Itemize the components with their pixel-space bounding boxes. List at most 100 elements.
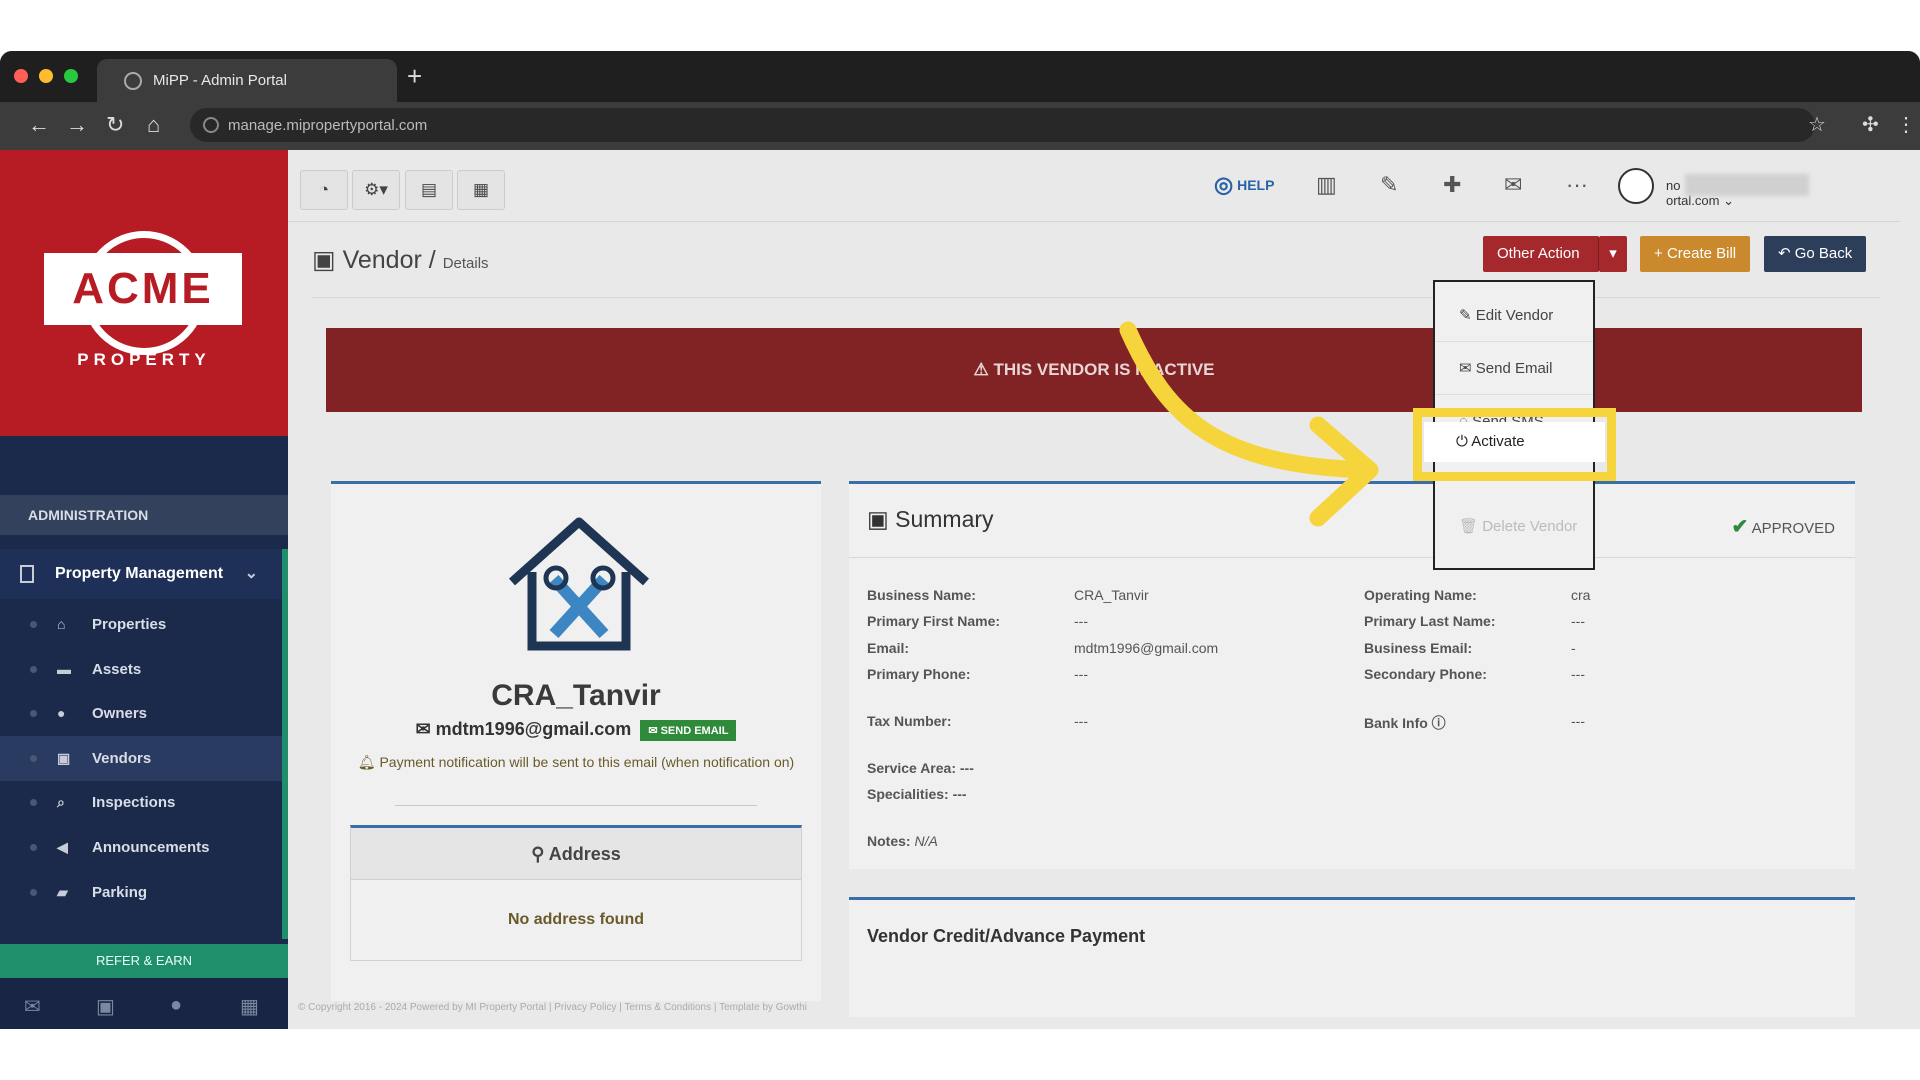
minimize-window-button[interactable] xyxy=(39,69,53,83)
create-bill-label: Create Bill xyxy=(1666,245,1737,262)
vendor-email: mdtm1996@gmail.com xyxy=(435,719,632,739)
address-bar[interactable]: manage.mipropertyportal.com xyxy=(190,108,1815,142)
extensions-icon[interactable]: ✣ xyxy=(1862,112,1879,138)
sidebar-group-label: Property Management xyxy=(55,565,224,582)
other-action-caret[interactable]: ▾ xyxy=(1599,236,1627,272)
wrench-icon[interactable]: ✎ xyxy=(1380,172,1398,198)
other-action-button[interactable]: Other Action xyxy=(1483,236,1599,272)
address-title: Address xyxy=(548,844,621,864)
home-icon[interactable]: ⌂ xyxy=(147,112,160,138)
browser-window: MiPP - Admin Portal + ← → ↻ ⌂ manage.mip… xyxy=(0,51,1920,1029)
menu-item-send-email[interactable]: ✉ Send Email xyxy=(1435,343,1593,395)
site-info-icon[interactable] xyxy=(203,117,219,133)
caret-down-icon: ▾ xyxy=(1609,245,1617,262)
menu-item-edit-vendor[interactable]: ✎ Edit Vendor xyxy=(1435,290,1593,342)
field-label: Business Email: xyxy=(1364,640,1473,656)
vendor-house-icon xyxy=(504,514,654,654)
tree-dot xyxy=(30,621,37,628)
refer-and-earn-button[interactable]: REFER & EARN xyxy=(0,944,288,978)
chart-icon[interactable]: ▥ xyxy=(1316,172,1337,198)
sidebar-item-vendors[interactable]: ▣ Vendors xyxy=(0,736,282,781)
vendor-credit-title: Vendor Credit/Advance Payment xyxy=(867,926,1146,946)
calendar-button[interactable]: ▤ xyxy=(405,170,453,210)
menu-item-delete-vendor[interactable]: 🗑︎ Delete Vendor xyxy=(1435,501,1593,553)
field-label: Business Name: xyxy=(867,587,976,603)
calculator-button[interactable]: ▦ xyxy=(457,170,505,210)
create-bill-button[interactable]: + Create Bill xyxy=(1640,236,1751,272)
sidebar-item-assets[interactable]: ▬ Assets xyxy=(0,647,282,692)
calculator-icon[interactable]: ▦ xyxy=(240,994,259,1019)
plus-icon[interactable]: ✚ xyxy=(1443,172,1461,198)
help-button[interactable]: ◎ HELP xyxy=(1214,172,1274,198)
tab-bar: MiPP - Admin Portal + xyxy=(0,51,1920,102)
star-icon[interactable]: ☆ xyxy=(1808,112,1826,138)
briefcase-icon: ▣ xyxy=(312,246,336,274)
user-email-prefix: no xyxy=(1666,178,1681,193)
archive-icon: ▬ xyxy=(57,661,71,677)
logo[interactable]: ACME PROPERTY xyxy=(0,150,288,436)
avatar[interactable] xyxy=(1618,168,1654,204)
sidebar-item-parking[interactable]: ▰ Parking xyxy=(0,870,282,915)
highlight-box xyxy=(1413,408,1616,481)
sidebar-item-properties[interactable]: ⌂ Properties xyxy=(0,602,282,647)
field-value: - xyxy=(1571,640,1576,656)
summary-title: ▣ Summary xyxy=(867,506,994,533)
sidebar-item-label: Properties xyxy=(92,616,167,633)
settings-button[interactable]: ⚙▾ xyxy=(352,170,400,210)
redacted-email xyxy=(1685,174,1809,196)
section-header: ADMINISTRATION xyxy=(0,495,288,535)
bank-info-label: Bank Info ⓘ xyxy=(1364,713,1446,733)
dashboard-button[interactable]: ◔ xyxy=(300,170,348,210)
field-value: --- xyxy=(1074,713,1088,729)
send-email-button[interactable]: ✉ SEND EMAIL xyxy=(640,719,737,741)
dashboard-icon: ◔ xyxy=(318,180,330,199)
payment-note-text: Payment notification will be sent to thi… xyxy=(379,754,795,770)
sidebar-item-label: Vendors xyxy=(92,750,152,767)
summary-title-text: Summary xyxy=(895,506,994,532)
go-back-button[interactable]: ↶ Go Back xyxy=(1764,236,1867,272)
reload-icon[interactable]: ↻ xyxy=(106,112,124,138)
pencil-icon: ✎ xyxy=(1459,307,1472,324)
tree-dot xyxy=(30,889,37,896)
status-text: APPROVED xyxy=(1751,520,1835,537)
more-icon[interactable]: ··· xyxy=(1566,172,1588,198)
footer: © Copyright 2016 - 2024 Powered by MI Pr… xyxy=(298,1002,807,1013)
forward-arrow-icon[interactable]: → xyxy=(66,112,88,138)
new-tab-button[interactable]: + xyxy=(407,63,422,89)
tab-title: MiPP - Admin Portal xyxy=(153,72,287,89)
address-header: ⚲ Address xyxy=(351,828,801,880)
sidebar-group-property-management[interactable]: Property Management ⌄ xyxy=(0,549,288,599)
notes-label: Notes: xyxy=(867,833,911,849)
maximize-window-button[interactable] xyxy=(64,69,78,83)
browser-tab[interactable]: MiPP - Admin Portal xyxy=(97,59,397,102)
check-icon: ✔ xyxy=(1731,516,1749,538)
trash-icon: 🗑︎ xyxy=(1459,518,1479,535)
bell-icon: 🔔︎ xyxy=(357,754,376,770)
back-arrow-icon[interactable]: ← xyxy=(28,112,50,138)
user-icon[interactable]: ● xyxy=(170,994,182,1017)
envelope-icon[interactable]: ✉ xyxy=(24,994,41,1019)
sidebar-item-inspections[interactable]: ⌕ Inspections xyxy=(0,780,282,825)
briefcase-icon[interactable]: ▣ xyxy=(96,994,115,1019)
search-icon: ⌕ xyxy=(57,794,65,810)
envelope-icon: ✉ xyxy=(1459,360,1472,377)
tree-dot xyxy=(30,666,37,673)
menu-item-label: Edit Vendor xyxy=(1475,307,1554,324)
close-window-button[interactable] xyxy=(14,69,28,83)
page: ACME PROPERTY ADMINISTRATION Property Ma… xyxy=(0,150,1920,1029)
menu-icon[interactable]: ⋮ xyxy=(1896,112,1916,138)
field-label: Secondary Phone: xyxy=(1364,666,1487,682)
menu-item-label: Send Email xyxy=(1475,360,1553,377)
car-icon: ▰ xyxy=(57,884,68,900)
divider xyxy=(849,557,1855,558)
field-label: Tax Number: xyxy=(867,713,952,729)
sidebar-item-label: Assets xyxy=(92,661,142,678)
sidebar-item-owners[interactable]: ● Owners xyxy=(0,691,282,736)
sidebar-item-label: Parking xyxy=(92,884,148,901)
notes: Notes: N/A xyxy=(867,833,938,849)
sidebar-item-label: Announcements xyxy=(92,839,210,856)
tree-dot xyxy=(30,844,37,851)
sidebar-item-announcements[interactable]: ◀ Announcements xyxy=(0,825,282,870)
info-icon[interactable]: ⓘ xyxy=(1432,715,1446,731)
envelope-icon[interactable]: ✉ xyxy=(1504,172,1522,198)
